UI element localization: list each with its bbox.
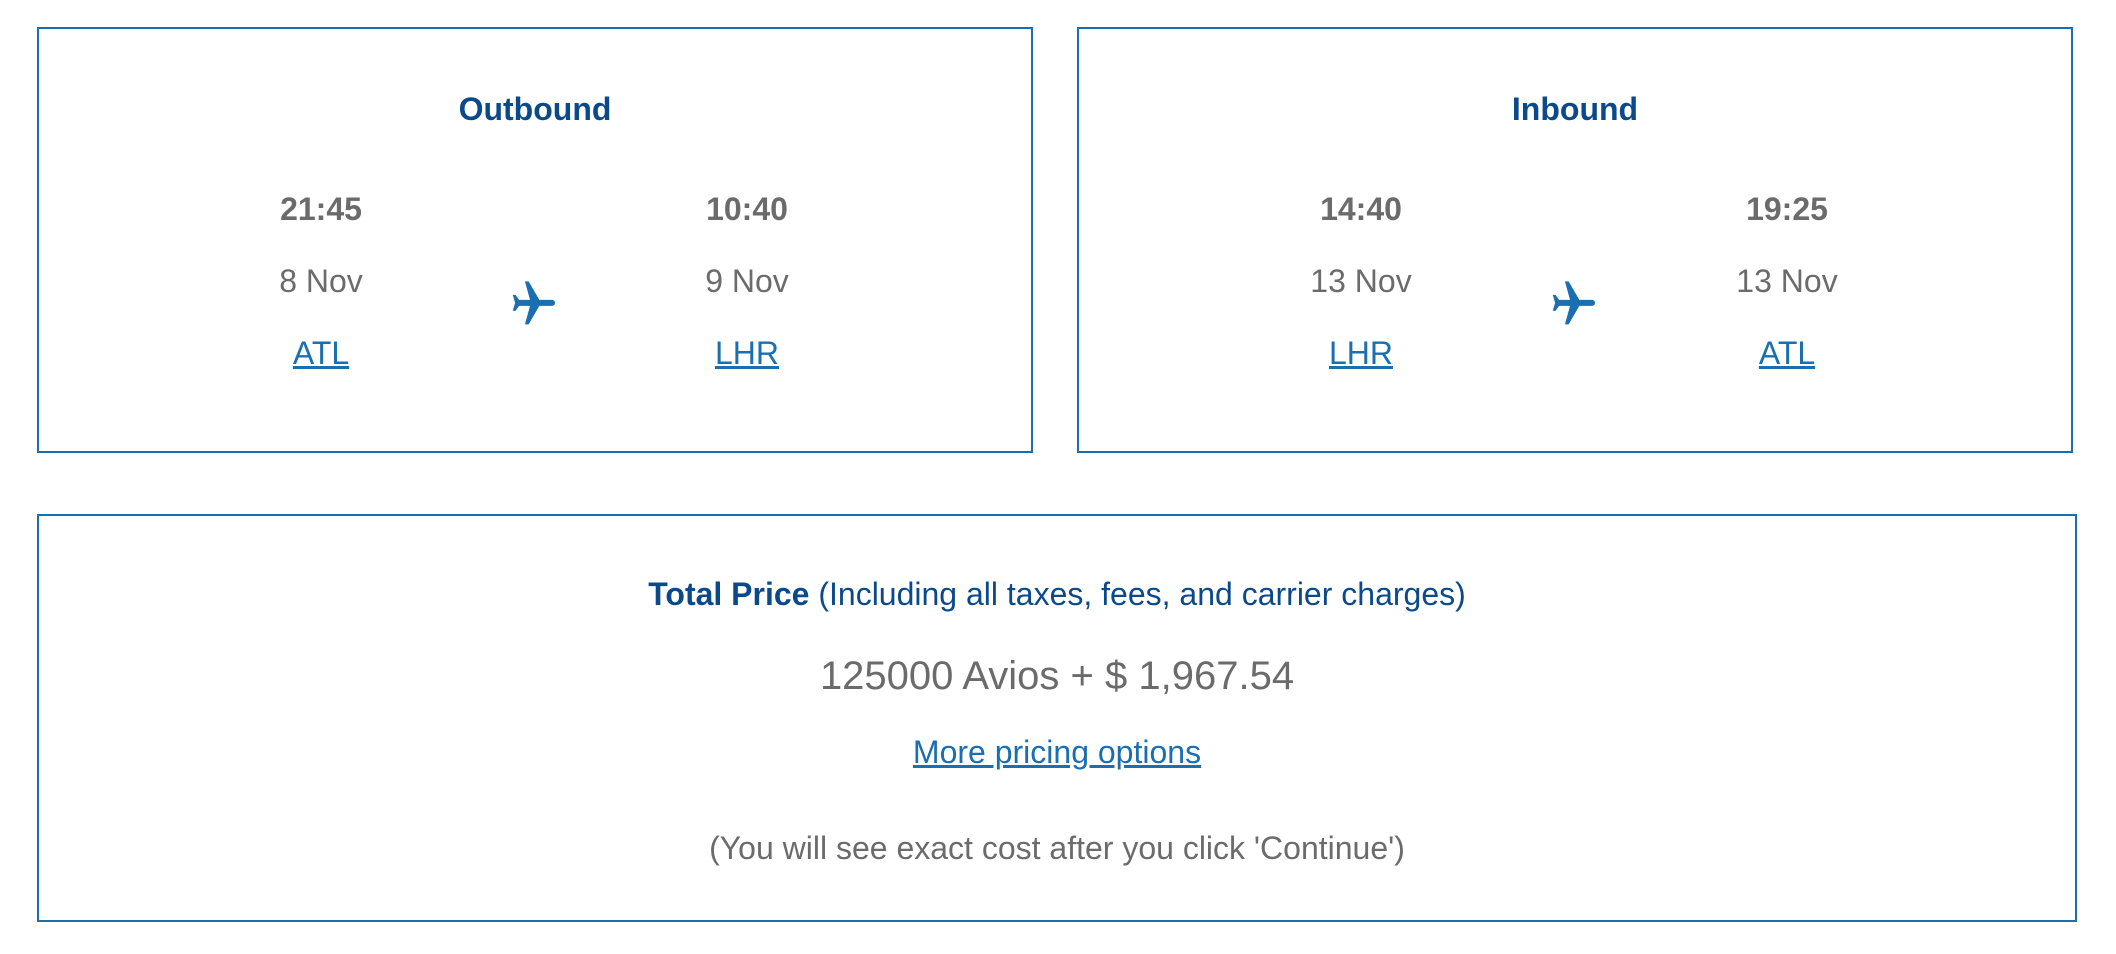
inbound-leg-card: Inbound 14:40 13 Nov LHR 19:25 13 Nov AT… — [1077, 27, 2073, 453]
more-pricing-options-link[interactable]: More pricing options — [913, 734, 1201, 770]
more-pricing-options-row: More pricing options — [39, 734, 2075, 771]
departure-time: 14:40 — [1320, 191, 1402, 227]
total-price-label: Total Price — [648, 576, 810, 612]
arrival-airport-link[interactable]: ATL — [1637, 333, 1937, 373]
total-price-qualifier: (Including all taxes, fees, and carrier … — [818, 576, 1466, 612]
inbound-arrival: 19:25 13 Nov ATL — [1637, 189, 1937, 373]
exact-cost-note: (You will see exact cost after you click… — [709, 830, 1405, 866]
airplane-icon — [512, 281, 555, 325]
arrival-date: 13 Nov — [1736, 263, 1838, 299]
flight-summary-page: Outbound 21:45 8 Nov ATL 10:40 9 Nov LHR… — [0, 0, 2116, 954]
departure-airport-link[interactable]: LHR — [1211, 333, 1511, 373]
total-price-value: 125000 Avios + $ 1,967.54 — [819, 654, 1295, 698]
departure-airport-link[interactable]: ATL — [171, 333, 471, 373]
outbound-leg-card: Outbound 21:45 8 Nov ATL 10:40 9 Nov LHR — [37, 27, 1033, 453]
departure-date: 13 Nov — [1310, 263, 1412, 299]
arrival-date: 9 Nov — [705, 263, 789, 299]
outbound-title: Outbound — [458, 91, 612, 127]
departure-time: 21:45 — [280, 191, 362, 227]
arrival-time: 19:25 — [1746, 191, 1828, 227]
total-price-heading: Total Price (Including all taxes, fees, … — [39, 576, 2075, 613]
inbound-departure: 14:40 13 Nov LHR — [1211, 189, 1511, 373]
inbound-title: Inbound — [1511, 91, 1639, 127]
departure-date: 8 Nov — [279, 263, 363, 299]
arrival-airport-link[interactable]: LHR — [597, 333, 897, 373]
arrival-time: 10:40 — [706, 191, 788, 227]
outbound-departure: 21:45 8 Nov ATL — [171, 189, 471, 373]
airplane-icon — [1552, 281, 1595, 325]
total-price-card: Total Price (Including all taxes, fees, … — [37, 514, 2077, 922]
outbound-arrival: 10:40 9 Nov LHR — [597, 189, 897, 373]
